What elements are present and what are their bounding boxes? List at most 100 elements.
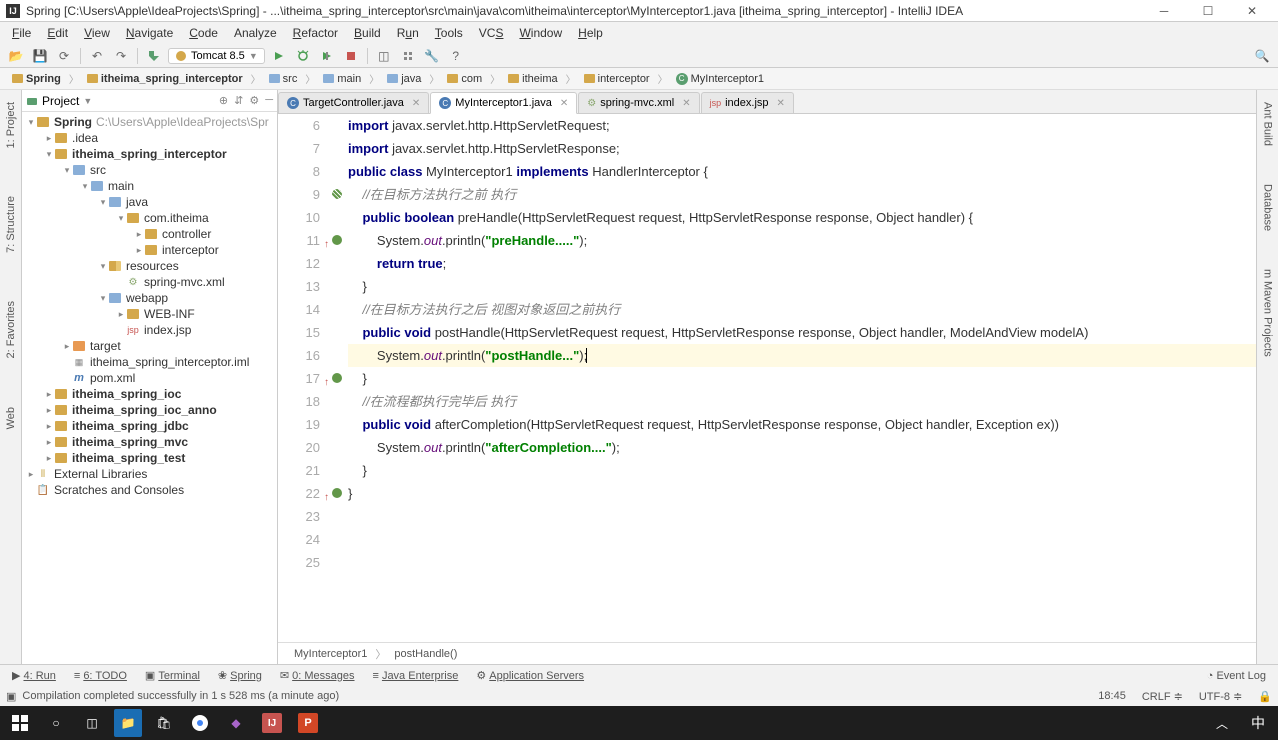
menu-tools[interactable]: Tools [427,24,471,42]
bottom-application-servers[interactable]: ⚙Application Servers [470,667,590,684]
menu-file[interactable]: File [4,24,39,42]
tree-itheima-spring-ioc-anno[interactable]: ▸itheima_spring_ioc_anno [22,402,277,418]
menu-analyze[interactable]: Analyze [226,24,285,42]
maven-tab[interactable]: m Maven Projects [1260,265,1276,361]
file-explorer-icon[interactable]: 📁 [114,709,142,737]
open-button[interactable]: 📂 [6,46,26,66]
tab-close-icon[interactable]: ✕ [560,98,568,109]
tree-resources[interactable]: ▾resources [22,258,277,274]
tree-external-libraries[interactable]: ▸⫴External Libraries [22,466,277,482]
bottom-terminal[interactable]: ▣Terminal [139,667,206,684]
intellij-icon[interactable]: IJ [258,709,286,737]
debug-button[interactable] [293,46,313,66]
settings-button[interactable]: 🔧 [422,46,442,66]
cortana-icon[interactable]: ○ [42,709,70,737]
editor-tab-spring-mvc-xml[interactable]: ⚙spring-mvc.xml✕ [578,92,699,113]
tree-pom-xml[interactable]: mpom.xml [22,370,277,386]
tree-webapp[interactable]: ▾webapp [22,290,277,306]
ant-build-tab[interactable]: Ant Build [1260,98,1276,150]
tree-index-jsp[interactable]: jspindex.jsp [22,322,277,338]
chevron-up-icon[interactable]: ︿ [1208,709,1236,737]
project-panel-title[interactable]: Project ▼ [26,94,92,108]
status-linesep[interactable]: CRLF ≑ [1142,690,1183,703]
structure-button[interactable] [398,46,418,66]
status-lock-icon[interactable]: 🔒 [1258,690,1272,703]
project-tool-tab[interactable]: 1: Project [3,98,19,152]
web-tool-tab[interactable]: Web [3,403,19,433]
bottom-spring[interactable]: ❀Spring [212,667,268,684]
tree-target[interactable]: ▸target [22,338,277,354]
menu-window[interactable]: Window [511,24,570,42]
stop-button[interactable] [341,46,361,66]
redo-button[interactable]: ↷ [111,46,131,66]
powerpoint-icon[interactable]: P [294,709,322,737]
run-configuration-select[interactable]: Tomcat 8.5 ▼ [168,48,265,64]
close-button[interactable]: ✕ [1238,2,1266,20]
task-view-icon[interactable]: ◫ [78,709,106,737]
store-icon[interactable]: 🛍 [150,709,178,737]
collapse-icon[interactable]: ⇵ [234,94,243,107]
project-tree[interactable]: ▾SpringC:\Users\Apple\IdeaProjects\Spr▸.… [22,112,277,664]
breadcrumb-java[interactable]: java [381,71,427,87]
tree-itheima-spring-interceptor[interactable]: ▾itheima_spring_interceptor [22,146,277,162]
build-button[interactable] [144,46,164,66]
maximize-button[interactable]: ☐ [1194,2,1222,20]
panel-settings-icon[interactable]: ⚙ [249,94,259,107]
breadcrumb-com[interactable]: com [441,71,488,87]
menu-run[interactable]: Run [389,24,427,42]
vcs-button[interactable]: ◫ [374,46,394,66]
tree-itheima-spring-interceptor-iml[interactable]: ▦itheima_spring_interceptor.iml [22,354,277,370]
minimize-button[interactable]: ─ [1150,2,1178,20]
undo-button[interactable]: ↶ [87,46,107,66]
breadcrumb-itheima_spring_interceptor[interactable]: itheima_spring_interceptor [81,71,249,87]
app1-icon[interactable]: ◆ [222,709,250,737]
menu-refactor[interactable]: Refactor [285,24,346,42]
breadcrumb-itheima[interactable]: itheima [502,71,563,87]
breadcrumb-spring[interactable]: Spring [6,71,67,87]
database-tab[interactable]: Database [1260,180,1276,235]
structure-tool-tab[interactable]: 7: Structure [3,192,19,257]
tree-itheima-spring-ioc[interactable]: ▸itheima_spring_ioc [22,386,277,402]
breadcrumb-src[interactable]: src [263,71,304,87]
menu-vcs[interactable]: VCS [471,24,512,42]
hide-panel-icon[interactable]: ─ [265,94,273,107]
tree-interceptor[interactable]: ▸interceptor [22,242,277,258]
menu-help[interactable]: Help [570,24,611,42]
breadcrumb-interceptor[interactable]: interceptor [578,71,656,87]
status-encoding[interactable]: UTF-8 ≑ [1199,690,1242,703]
event-log-button[interactable]: ◔Event Log [1201,668,1272,684]
tree-java[interactable]: ▾java [22,194,277,210]
tree-scratches-and-consoles[interactable]: 📋Scratches and Consoles [22,482,277,498]
favorites-tool-tab[interactable]: 2: Favorites [3,297,19,362]
crumb-class[interactable]: MyInterceptor1 [286,646,375,662]
ime-icon[interactable]: 中 [1244,709,1272,737]
bottom-4-run[interactable]: ▶4: Run [6,667,62,684]
help-toolbar-button[interactable]: ? [446,46,466,66]
tree-itheima-spring-jdbc[interactable]: ▸itheima_spring_jdbc [22,418,277,434]
refresh-button[interactable]: ⟳ [54,46,74,66]
editor-tab-myinterceptor1-java[interactable]: CMyInterceptor1.java✕ [430,92,577,114]
tree-web-inf[interactable]: ▸WEB-INF [22,306,277,322]
locate-icon[interactable]: ⊕ [219,94,228,107]
save-button[interactable]: 💾 [30,46,50,66]
menu-code[interactable]: Code [181,24,226,42]
tab-close-icon[interactable]: ✕ [777,98,785,109]
search-everywhere-button[interactable]: 🔍 [1252,46,1272,66]
coverage-button[interactable] [317,46,337,66]
tree--idea[interactable]: ▸.idea [22,130,277,146]
tab-close-icon[interactable]: ✕ [682,98,690,109]
menu-navigate[interactable]: Navigate [118,24,181,42]
editor-tab-targetcontroller-java[interactable]: CTargetController.java✕ [278,92,429,113]
breadcrumb-myinterceptor1[interactable]: CMyInterceptor1 [670,71,770,87]
tree-controller[interactable]: ▸controller [22,226,277,242]
tree-spring-mvc-xml[interactable]: ⚙spring-mvc.xml [22,274,277,290]
run-button[interactable] [269,46,289,66]
menu-view[interactable]: View [76,24,118,42]
menu-build[interactable]: Build [346,24,389,42]
tree-com-itheima[interactable]: ▾com.itheima [22,210,277,226]
menu-edit[interactable]: Edit [39,24,76,42]
tree-itheima-spring-mvc[interactable]: ▸itheima_spring_mvc [22,434,277,450]
code-editor[interactable]: 678910111213141516171819202122232425↑↑↑i… [278,114,1256,642]
tab-close-icon[interactable]: ✕ [412,98,420,109]
tree-itheima-spring-test[interactable]: ▸itheima_spring_test [22,450,277,466]
